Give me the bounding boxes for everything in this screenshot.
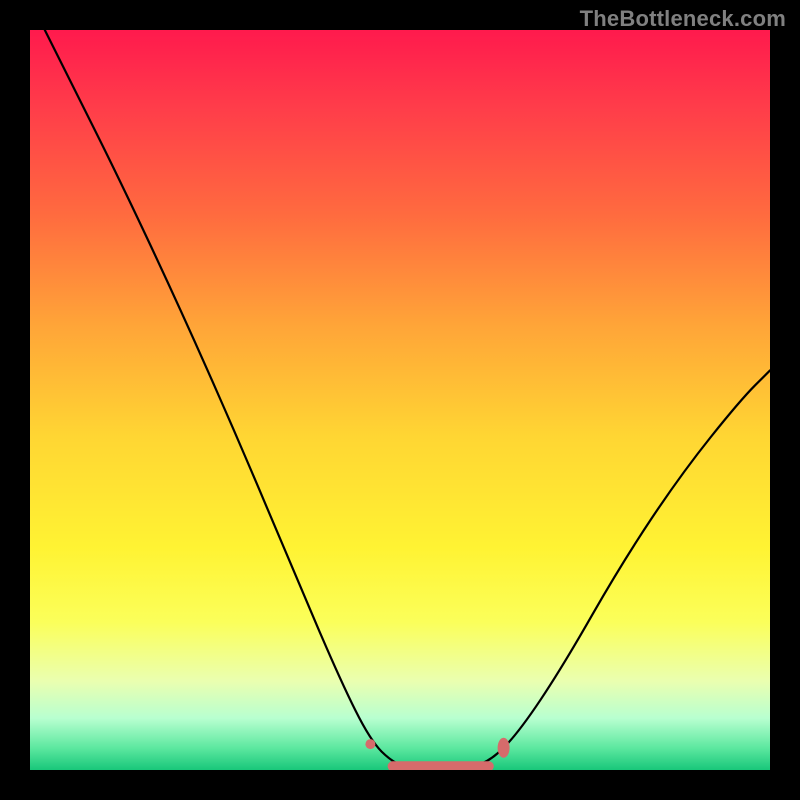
plot-area [30, 30, 770, 770]
curve-layer [30, 30, 770, 770]
marker-dot-left [365, 739, 375, 749]
bottleneck-curve [45, 30, 770, 770]
chart-frame: TheBottleneck.com [0, 0, 800, 800]
watermark-text: TheBottleneck.com [580, 6, 786, 32]
marker-blip-right [498, 738, 510, 758]
